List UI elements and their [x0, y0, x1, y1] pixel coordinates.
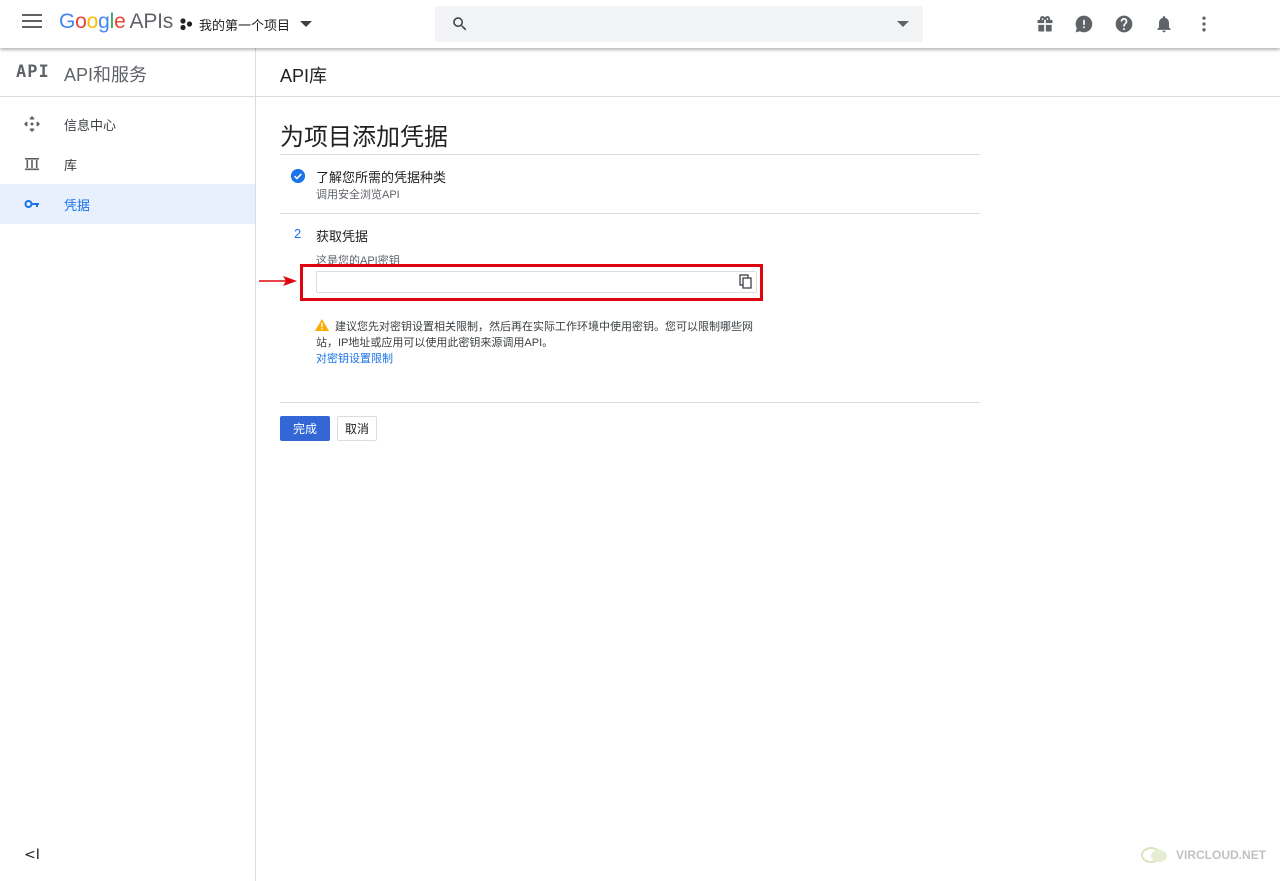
- warning-text: 建议您先对密钥设置相关限制，然后再在实际工作环境中使用密钥。您可以限制哪些网站，…: [316, 321, 753, 349]
- key-icon: [24, 200, 39, 208]
- google-apis-logo[interactable]: Google APIs: [59, 10, 173, 34]
- step2-title: 获取凭据: [316, 229, 369, 244]
- notifications-icon[interactable]: [1154, 14, 1174, 34]
- main-header: API库: [256, 48, 1280, 97]
- search-dropdown-icon[interactable]: [897, 21, 909, 27]
- more-vert-icon[interactable]: [1194, 14, 1214, 34]
- cancel-button[interactable]: 取消: [337, 416, 377, 441]
- logo-letter: g: [98, 10, 110, 33]
- sidebar-item-dashboard[interactable]: 信息中心: [0, 104, 255, 144]
- sidebar-item-label: 信息中心: [64, 117, 117, 133]
- help-icon[interactable]: [1114, 14, 1134, 34]
- logo-letter: e: [114, 10, 126, 33]
- step1-subtitle: 调用安全浏览API: [316, 189, 400, 201]
- step1-title[interactable]: 了解您所需的凭据种类: [316, 167, 446, 186]
- step2-number: 2: [294, 226, 302, 241]
- logo-letter: o: [86, 10, 99, 33]
- hamburger-menu-icon[interactable]: [22, 14, 42, 34]
- sidebar: API API和服务 信息中心 库 凭据 <I: [0, 48, 256, 881]
- watermark-logo-icon: [1141, 847, 1167, 863]
- main-content: API库 为项目添加凭据 了解您所需的凭据种类 调用安全浏览API 2 获取凭据…: [256, 48, 1280, 881]
- top-app-bar: Google APIs 我的第一个项目: [0, 0, 1280, 48]
- restrict-key-link[interactable]: 对密钥设置限制: [316, 350, 393, 366]
- watermark-text: VIRCLOUD.NET: [1176, 848, 1266, 862]
- logo-suffix: APIs: [129, 10, 174, 33]
- page-title: 为项目添加凭据: [280, 124, 448, 151]
- api-logo-icon: API: [16, 62, 50, 82]
- collapse-sidebar-icon[interactable]: <I: [24, 847, 40, 863]
- search-input[interactable]: [481, 14, 881, 34]
- project-dots-icon: [180, 18, 193, 31]
- gift-icon[interactable]: [1035, 14, 1055, 34]
- watermark: VIRCLOUD.NET: [1140, 845, 1266, 865]
- sidebar-item-library[interactable]: 库: [0, 144, 255, 184]
- project-selector[interactable]: 我的第一个项目: [179, 14, 313, 34]
- library-icon: [25, 158, 39, 171]
- red-arrow-annotation-icon: [259, 276, 297, 286]
- sidebar-item-label: 凭据: [64, 197, 91, 213]
- sidebar-header: API API和服务: [0, 48, 255, 97]
- sidebar-title: API和服务: [64, 65, 148, 85]
- project-name: 我的第一个项目: [199, 17, 291, 33]
- sidebar-item-credentials[interactable]: 凭据: [0, 184, 255, 224]
- section-title: API库: [280, 66, 328, 86]
- dashboard-icon: [24, 116, 40, 132]
- check-circle-icon: [291, 169, 305, 183]
- chevron-down-icon: [300, 21, 313, 27]
- search-bar[interactable]: [435, 6, 923, 42]
- divider: [280, 154, 980, 155]
- done-button[interactable]: 完成: [280, 416, 330, 441]
- feedback-icon[interactable]: [1074, 14, 1094, 34]
- divider: [280, 402, 980, 403]
- divider: [280, 213, 980, 214]
- logo-letter: o: [75, 10, 87, 33]
- logo-letter: G: [59, 10, 76, 33]
- highlight-annotation-box: [300, 264, 763, 301]
- sidebar-item-label: 库: [64, 157, 78, 173]
- search-icon: [453, 17, 467, 31]
